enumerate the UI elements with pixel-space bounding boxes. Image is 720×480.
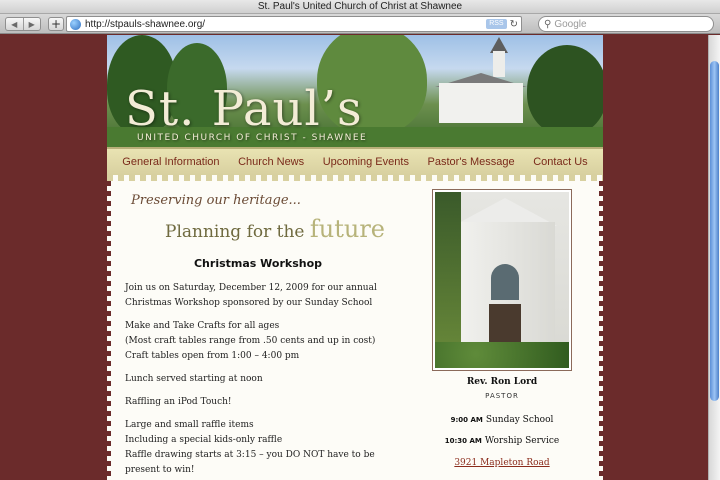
main-nav: General Information Church News Upcoming… <box>107 147 603 175</box>
tagline-future-emphasis: future <box>309 215 386 243</box>
article-paragraph: Large and small raffle items Including a… <box>125 418 391 478</box>
pastor-role: PASTOR <box>485 392 519 400</box>
article-title: Christmas Workshop <box>193 257 322 270</box>
add-bookmark-button[interactable]: + <box>48 17 64 31</box>
tree-graphic <box>527 45 603 135</box>
torn-edge-left <box>107 181 111 480</box>
service-time-row: 9:00 AM Sunday School <box>432 415 572 425</box>
news-article: Christmas Workshop Join us on Saturday, … <box>125 257 391 480</box>
tagline-heritage: Preserving our heritage... <box>131 193 301 208</box>
rss-button[interactable]: RSS <box>486 19 507 29</box>
article-paragraph: Make and Take Crafts for all ages (Most … <box>125 319 391 364</box>
torn-edge-right <box>599 181 603 480</box>
service-time-row: 10:30 AM Worship Service <box>432 436 572 446</box>
photo-tree-graphic <box>435 192 461 362</box>
nav-church-news[interactable]: Church News <box>238 156 304 168</box>
nav-button-group: ◀ ▶ <box>5 17 41 31</box>
search-input[interactable] <box>554 18 695 30</box>
tagline-future-prefix: Planning for the <box>165 222 310 242</box>
article-line: Large and small raffle items <box>125 420 254 430</box>
pastor-name: Rev. Ron Lord <box>466 377 538 387</box>
torn-paper-divider <box>107 175 603 181</box>
service-name: Worship Service <box>484 436 560 446</box>
nav-contact-us[interactable]: Contact Us <box>533 156 587 168</box>
globe-icon <box>70 18 81 30</box>
forward-button[interactable]: ▶ <box>22 18 41 30</box>
photo-window-graphic <box>491 264 519 300</box>
service-time: 9:00 AM <box>450 416 483 424</box>
web-page: St. Paul’s UNITED CHURCH OF CHRIST - SHA… <box>107 35 603 480</box>
church-photo <box>432 189 572 371</box>
article-line: Craft tables open from 1:00 – 4:00 pm <box>125 351 300 361</box>
browser-toolbar: ◀ ▶ + http://stpauls-shawnee.org/ RSS ↻ … <box>0 14 720 34</box>
article-paragraph: Join us on Saturday, December 12, 2009 f… <box>125 283 377 308</box>
article-line: Including a special kids-only raffle <box>125 435 283 445</box>
article-line: Raffle drawing starts at 3:15 – you DO N… <box>125 450 375 475</box>
article-line: Make and Take Crafts for all ages <box>125 321 280 331</box>
back-button[interactable]: ◀ <box>6 18 23 30</box>
photo-shrub-graphic <box>435 342 569 368</box>
site-logo-subtitle: UNITED CHURCH OF CHRIST - SHAWNEE <box>137 133 368 143</box>
service-name: Sunday School <box>485 415 554 425</box>
address-bar[interactable]: http://stpauls-shawnee.org/ RSS ↻ <box>66 16 522 32</box>
address-link[interactable]: 3921 Mapleton Road <box>432 458 572 468</box>
church-photo-image <box>435 192 569 368</box>
site-header: St. Paul’s UNITED CHURCH OF CHRIST - SHA… <box>107 35 603 147</box>
church-building-graphic <box>439 83 523 123</box>
nav-general-information[interactable]: General Information <box>122 156 219 168</box>
search-icon: ⚲ <box>544 18 552 30</box>
tagline-future: Planning for the future <box>165 215 385 243</box>
reload-icon[interactable]: ↻ <box>510 19 518 30</box>
service-time: 10:30 AM <box>444 437 482 445</box>
site-logo-title[interactable]: St. Paul’s <box>125 83 363 135</box>
nav-upcoming-events[interactable]: Upcoming Events <box>323 156 409 168</box>
scrollbar-thumb[interactable] <box>710 61 719 401</box>
article-line: (Most craft tables range from .50 cents … <box>125 336 376 346</box>
article-paragraph: Raffling an iPod Touch! <box>125 397 232 407</box>
vertical-scrollbar[interactable] <box>708 35 720 480</box>
nav-pastors-message[interactable]: Pastor's Message <box>428 156 515 168</box>
window-title: St. Paul's United Church of Christ at Sh… <box>0 0 720 14</box>
url-text[interactable]: http://stpauls-shawnee.org/ <box>85 19 486 30</box>
search-field[interactable]: ⚲ <box>538 16 714 32</box>
article-paragraph: Lunch served starting at noon <box>125 374 263 384</box>
